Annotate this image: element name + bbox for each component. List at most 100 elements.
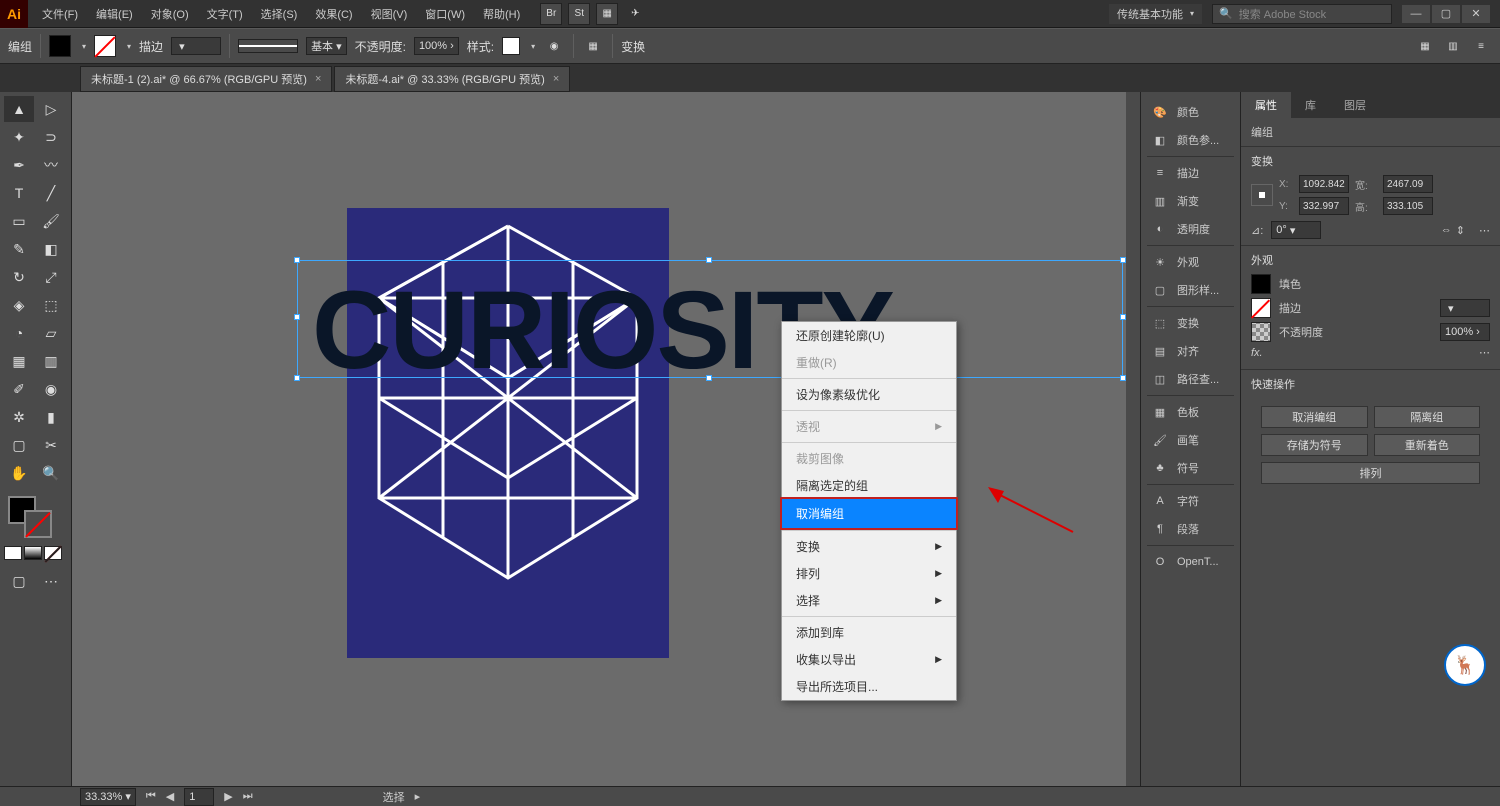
menu-window[interactable]: 窗口(W) xyxy=(417,2,473,26)
menu-object[interactable]: 对象(O) xyxy=(143,2,197,26)
ctx-arrange[interactable]: 排列▶ xyxy=(782,560,956,587)
close-icon[interactable]: × xyxy=(553,73,559,85)
graph-tool[interactable]: ▮ xyxy=(36,404,66,430)
panel-pathfinder[interactable]: ◫路径查... xyxy=(1141,365,1240,393)
align-icon[interactable]: ▦ xyxy=(582,35,604,57)
flip-v-icon[interactable]: ⇕ xyxy=(1456,224,1465,237)
zoom-level[interactable]: 33.33%▾ xyxy=(80,788,136,806)
qa-ungroup[interactable]: 取消编组 xyxy=(1261,406,1368,428)
tab-libraries[interactable]: 库 xyxy=(1291,92,1330,118)
panel-icon-1[interactable]: ▦ xyxy=(1414,35,1436,57)
stroke-profile-dropdown[interactable]: 基本▾ xyxy=(306,37,347,55)
reference-point[interactable] xyxy=(1251,184,1273,206)
style-dropdown[interactable] xyxy=(528,40,535,52)
panel-color-guide[interactable]: ◧颜色参... xyxy=(1141,126,1240,154)
recolor-icon[interactable]: ◉ xyxy=(543,35,565,57)
perspective-tool[interactable]: ▱ xyxy=(36,320,66,346)
arrange-icon[interactable]: ▦ xyxy=(596,3,618,25)
style-swatch[interactable] xyxy=(502,37,520,55)
maximize-button[interactable]: ▢ xyxy=(1432,5,1460,23)
tab-properties[interactable]: 属性 xyxy=(1241,92,1291,118)
rectangle-tool[interactable]: ▭ xyxy=(4,208,34,234)
stroke-profile-preview[interactable] xyxy=(238,39,298,53)
menu-help[interactable]: 帮助(H) xyxy=(475,2,528,26)
color-controls[interactable] xyxy=(4,494,67,540)
fill-swatch[interactable] xyxy=(49,35,71,57)
color-mode-none[interactable] xyxy=(44,546,62,560)
stroke-weight-prop[interactable]: ▾ xyxy=(1440,299,1490,317)
edit-toolbar[interactable]: ⋯ xyxy=(36,568,66,594)
stroke-weight-input[interactable]: ▾ xyxy=(171,37,221,55)
bridge-icon[interactable]: Br xyxy=(540,3,562,25)
line-tool[interactable]: ╱ xyxy=(36,180,66,206)
ctx-select[interactable]: 选择▶ xyxy=(782,587,956,614)
angle-input[interactable]: 0°▾ xyxy=(1271,221,1321,239)
stock-icon[interactable]: St xyxy=(568,3,590,25)
slice-tool[interactable]: ✂ xyxy=(36,432,66,458)
gradient-tool[interactable]: ▥ xyxy=(36,348,66,374)
menu-select[interactable]: 选择(S) xyxy=(253,2,306,26)
more-options-icon[interactable]: ⋯ xyxy=(1479,224,1490,237)
qa-save-symbol[interactable]: 存储为符号 xyxy=(1261,434,1368,456)
search-input[interactable]: 🔍搜索 Adobe Stock xyxy=(1212,4,1392,24)
ctx-export-selection[interactable]: 导出所选项目... xyxy=(782,673,956,700)
ctx-undo[interactable]: 还原创建轮廓(U) xyxy=(782,322,956,349)
panel-graphic-styles[interactable]: ▢图形样... xyxy=(1141,276,1240,304)
w-input[interactable] xyxy=(1383,175,1433,193)
opacity-input-prop[interactable]: 100%› xyxy=(1440,323,1490,341)
blend-tool[interactable]: ◉ xyxy=(36,376,66,402)
brush-tool[interactable]: 🖌 xyxy=(36,208,66,234)
zoom-tool[interactable]: 🔍 xyxy=(36,460,66,486)
ctx-isolate[interactable]: 隔离选定的组 xyxy=(782,472,956,499)
shape-builder-tool[interactable]: ◔ xyxy=(4,320,34,346)
panel-transform[interactable]: ⬚变换 xyxy=(1141,309,1240,337)
type-tool[interactable]: T xyxy=(4,180,34,206)
symbol-sprayer-tool[interactable]: ✲ xyxy=(4,404,34,430)
qa-arrange[interactable]: 排列 xyxy=(1261,462,1480,484)
artboard-nav[interactable]: 1 xyxy=(184,788,214,806)
close-button[interactable]: ✕ xyxy=(1462,5,1490,23)
scale-tool[interactable]: ⤢ xyxy=(36,264,66,290)
scrollbar-vertical[interactable] xyxy=(1126,92,1140,786)
stroke-swatch[interactable] xyxy=(94,35,116,57)
stroke-label[interactable]: 描边 xyxy=(139,38,163,55)
panel-character[interactable]: A字符 xyxy=(1141,487,1240,515)
panel-gradient[interactable]: ▥渐变 xyxy=(1141,187,1240,215)
ctx-transform[interactable]: 变换▶ xyxy=(782,533,956,560)
flip-h-icon[interactable]: ⇔ xyxy=(1441,224,1452,237)
menu-effect[interactable]: 效果(C) xyxy=(307,2,360,26)
rotate-tool[interactable]: ↻ xyxy=(4,264,34,290)
stroke-dropdown[interactable] xyxy=(124,40,131,52)
curvature-tool[interactable]: 〰 xyxy=(36,152,66,178)
nav-next-icon[interactable]: ▶ xyxy=(224,790,232,803)
artboard-tool[interactable]: ▢ xyxy=(4,432,34,458)
fill-swatch-prop[interactable] xyxy=(1251,274,1271,294)
qa-recolor[interactable]: 重新着色 xyxy=(1374,434,1481,456)
panel-icon-2[interactable]: ▥ xyxy=(1442,35,1464,57)
h-input[interactable] xyxy=(1383,197,1433,215)
hand-tool[interactable]: ✋ xyxy=(4,460,34,486)
color-mode-gradient[interactable] xyxy=(24,546,42,560)
fx-button[interactable]: fx. xyxy=(1251,347,1263,359)
lasso-tool[interactable]: ⊃ xyxy=(36,124,66,150)
color-mode-solid[interactable] xyxy=(4,546,22,560)
selection-tool[interactable]: ▲ xyxy=(4,96,34,122)
panel-opentype[interactable]: OOpenT... xyxy=(1141,548,1240,576)
x-input[interactable] xyxy=(1299,175,1349,193)
stroke-color[interactable] xyxy=(24,510,52,538)
tab-doc-1[interactable]: 未标题-1 (2).ai* @ 66.67% (RGB/GPU 预览)× xyxy=(80,66,332,92)
workspace-switcher[interactable]: 传统基本功能 xyxy=(1109,4,1202,24)
ctx-collect-export[interactable]: 收集以导出▶ xyxy=(782,646,956,673)
panel-paragraph[interactable]: ¶段落 xyxy=(1141,515,1240,543)
canvas[interactable]: CURIOSITY 还原创建轮廓(U) 重做(R) 设为像素级优化 透视▶ 裁剪… xyxy=(72,92,1140,786)
fill-dropdown[interactable] xyxy=(79,40,86,52)
status-dropdown-icon[interactable]: ▸ xyxy=(415,790,421,803)
qa-isolate[interactable]: 隔离组 xyxy=(1374,406,1481,428)
ctx-add-library[interactable]: 添加到库 xyxy=(782,619,956,646)
panel-color[interactable]: 🎨颜色 xyxy=(1141,98,1240,126)
panel-swatches[interactable]: ▦色板 xyxy=(1141,398,1240,426)
eraser-tool[interactable]: ◧ xyxy=(36,236,66,262)
stroke-swatch-prop[interactable] xyxy=(1251,298,1271,318)
panel-align[interactable]: ▤对齐 xyxy=(1141,337,1240,365)
menu-type[interactable]: 文字(T) xyxy=(199,2,251,26)
